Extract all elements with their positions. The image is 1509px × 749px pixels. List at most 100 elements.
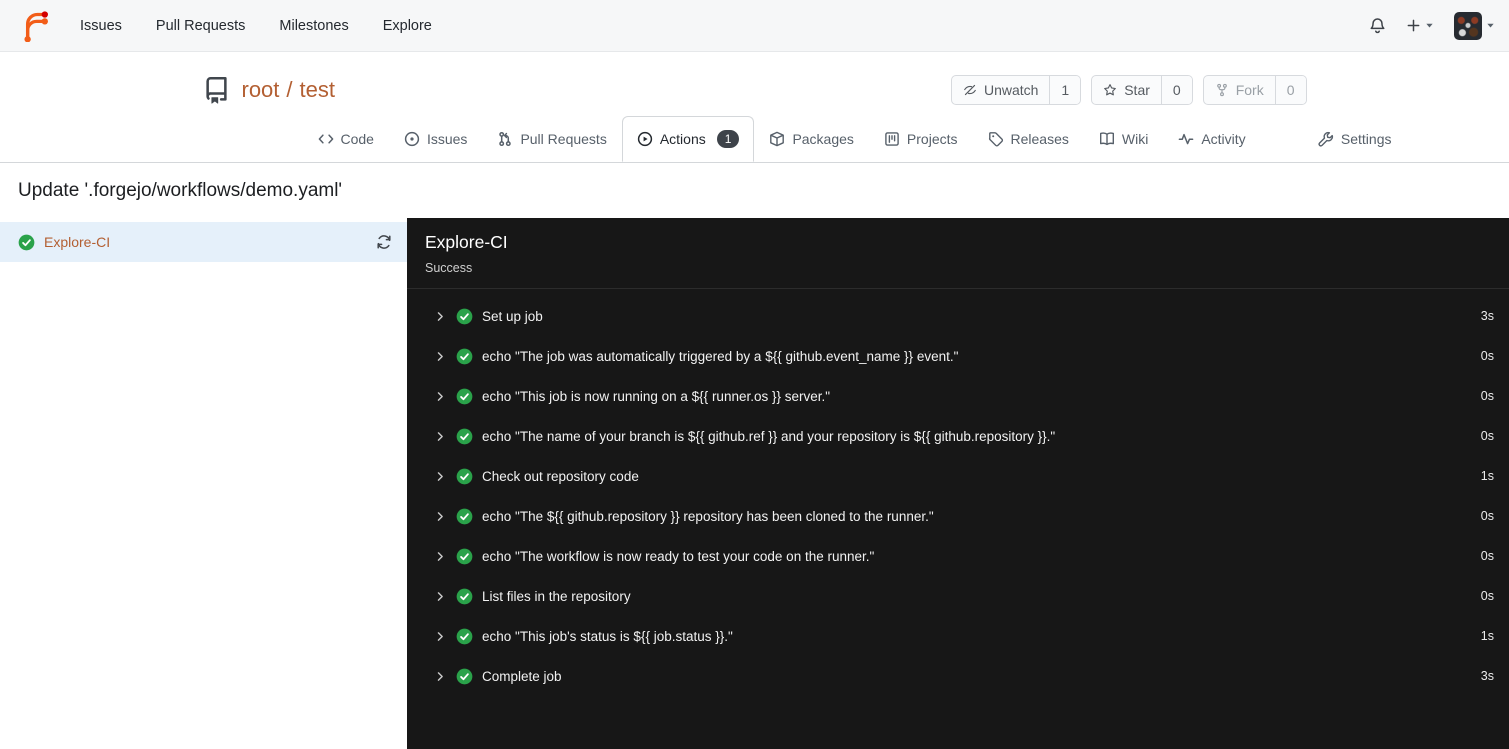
check-circle-icon bbox=[456, 588, 473, 604]
tab-label: Projects bbox=[906, 131, 958, 147]
repo-title: root / test bbox=[242, 77, 336, 103]
chevron-right-icon[interactable] bbox=[434, 550, 447, 563]
tab-label: Packages bbox=[792, 131, 854, 147]
tab-activity[interactable]: Activity bbox=[1163, 116, 1260, 162]
step-name: List files in the repository bbox=[482, 588, 631, 604]
chevron-right-icon[interactable] bbox=[434, 470, 447, 483]
star-label: Star bbox=[1124, 82, 1150, 98]
step-duration: 0s bbox=[1480, 589, 1494, 603]
forgejo-logo-icon bbox=[24, 11, 48, 42]
caret-down-icon bbox=[1487, 23, 1494, 28]
unwatch-button[interactable]: Unwatch bbox=[952, 76, 1049, 104]
chevron-right-icon[interactable] bbox=[434, 430, 447, 443]
step-duration: 3s bbox=[1480, 309, 1494, 323]
check-circle-icon bbox=[456, 308, 473, 324]
fork-icon bbox=[1216, 83, 1227, 97]
watchers-count[interactable]: 1 bbox=[1049, 76, 1081, 104]
tab-label: Code bbox=[340, 131, 374, 147]
tab-label: Pull Requests bbox=[520, 131, 607, 147]
chevron-right-icon[interactable] bbox=[434, 510, 447, 523]
chevron-right-icon[interactable] bbox=[434, 350, 447, 363]
chevron-right-icon[interactable] bbox=[434, 390, 447, 403]
forgejo-logo[interactable] bbox=[18, 9, 51, 42]
nav-explore[interactable]: Explore bbox=[366, 0, 449, 51]
tab-label: Wiki bbox=[1121, 131, 1149, 147]
step-row[interactable]: Set up job 3s bbox=[407, 296, 1509, 336]
repo-book-icon bbox=[203, 76, 230, 104]
pull-request-icon bbox=[499, 131, 512, 147]
tab-packages[interactable]: Packages bbox=[754, 116, 868, 162]
navbar-right bbox=[1369, 11, 1495, 40]
repo-name-link[interactable]: test bbox=[300, 77, 335, 103]
tab-releases[interactable]: Releases bbox=[973, 116, 1084, 162]
chevron-right-icon[interactable] bbox=[434, 590, 447, 603]
tab-actions[interactable]: Actions 1 bbox=[621, 116, 755, 162]
user-menu[interactable] bbox=[1454, 11, 1495, 40]
stars-count[interactable]: 0 bbox=[1160, 76, 1192, 104]
nav-issues[interactable]: Issues bbox=[63, 0, 139, 51]
tabs-bar: Code Issues Pull Requests Actions 1 Pack… bbox=[0, 116, 1509, 163]
notifications-button[interactable] bbox=[1369, 17, 1386, 34]
top-navbar: Issues Pull Requests Milestones Explore bbox=[0, 0, 1509, 52]
unwatch-button-group: Unwatch 1 bbox=[950, 75, 1082, 105]
tab-projects[interactable]: Projects bbox=[869, 116, 973, 162]
tab-wiki[interactable]: Wiki bbox=[1084, 116, 1163, 162]
job-label: Explore-CI bbox=[44, 234, 111, 250]
repo-owner-link[interactable]: root bbox=[242, 77, 280, 103]
repo-separator: / bbox=[286, 77, 293, 102]
sync-icon bbox=[377, 235, 391, 249]
play-circle-icon bbox=[637, 131, 652, 147]
tab-settings[interactable]: Settings bbox=[1303, 116, 1407, 162]
tab-label: Actions bbox=[659, 131, 706, 147]
wrench-icon bbox=[1318, 131, 1333, 147]
step-row[interactable]: echo "The ${{ github.repository }} repos… bbox=[407, 496, 1509, 536]
steps-list: Set up job 3s echo "The job was automati… bbox=[407, 289, 1509, 703]
nav-milestones[interactable]: Milestones bbox=[262, 0, 365, 51]
check-circle-icon bbox=[18, 234, 35, 250]
forks-count[interactable]: 0 bbox=[1274, 76, 1306, 104]
workflow-run-layout: Explore-CI Explore-CI Success Set up job… bbox=[0, 218, 1509, 749]
step-duration: 0s bbox=[1480, 549, 1494, 563]
step-row[interactable]: List files in the repository 0s bbox=[407, 576, 1509, 616]
step-row[interactable]: Check out repository code 1s bbox=[407, 456, 1509, 496]
user-avatar bbox=[1454, 11, 1482, 40]
step-row[interactable]: echo "The job was automatically triggere… bbox=[407, 336, 1509, 376]
step-name: Complete job bbox=[482, 668, 562, 684]
chevron-right-icon[interactable] bbox=[434, 670, 447, 683]
check-circle-icon bbox=[456, 388, 473, 404]
unwatch-label: Unwatch bbox=[983, 82, 1039, 98]
check-circle-icon bbox=[456, 628, 473, 644]
page-title: Update '.forgejo/workflows/demo.yaml' bbox=[0, 163, 1509, 218]
run-title: Explore-CI bbox=[425, 232, 508, 252]
step-row[interactable]: echo "This job's status is ${{ job.statu… bbox=[407, 616, 1509, 656]
tab-label: Activity bbox=[1201, 131, 1246, 147]
plus-icon bbox=[1407, 19, 1420, 32]
chevron-right-icon[interactable] bbox=[434, 630, 447, 643]
run-panel: Explore-CI Success Set up job 3s echo "T… bbox=[407, 218, 1509, 749]
tab-code[interactable]: Code bbox=[303, 116, 389, 162]
step-row[interactable]: echo "The name of your branch is ${{ git… bbox=[407, 416, 1509, 456]
star-button[interactable]: Star bbox=[1092, 76, 1161, 104]
step-row[interactable]: Complete job 3s bbox=[407, 656, 1509, 696]
chevron-right-icon[interactable] bbox=[434, 310, 447, 323]
step-row[interactable]: echo "The workflow is now ready to test … bbox=[407, 536, 1509, 576]
step-duration: 1s bbox=[1480, 629, 1494, 643]
step-name: Set up job bbox=[482, 308, 543, 324]
check-circle-icon bbox=[456, 348, 473, 364]
step-row[interactable]: echo "This job is now running on a ${{ r… bbox=[407, 376, 1509, 416]
create-new-button[interactable] bbox=[1406, 18, 1434, 33]
check-circle-icon bbox=[456, 428, 473, 444]
repo-actions: Unwatch 1 Star 0 Fork 0 bbox=[950, 75, 1307, 105]
issue-circle-icon bbox=[404, 131, 420, 147]
package-icon bbox=[770, 131, 785, 147]
fork-label: Fork bbox=[1235, 82, 1264, 98]
nav-pull-requests[interactable]: Pull Requests bbox=[139, 0, 262, 51]
fork-button[interactable]: Fork bbox=[1204, 76, 1275, 104]
fork-button-group: Fork 0 bbox=[1202, 75, 1307, 105]
tab-pull-requests[interactable]: Pull Requests bbox=[482, 116, 621, 162]
job-item-explore-ci[interactable]: Explore-CI bbox=[0, 222, 407, 262]
tab-issues[interactable]: Issues bbox=[389, 116, 482, 162]
rerun-job-button[interactable] bbox=[376, 234, 392, 250]
star-button-group: Star 0 bbox=[1091, 75, 1193, 105]
step-duration: 0s bbox=[1480, 389, 1494, 403]
